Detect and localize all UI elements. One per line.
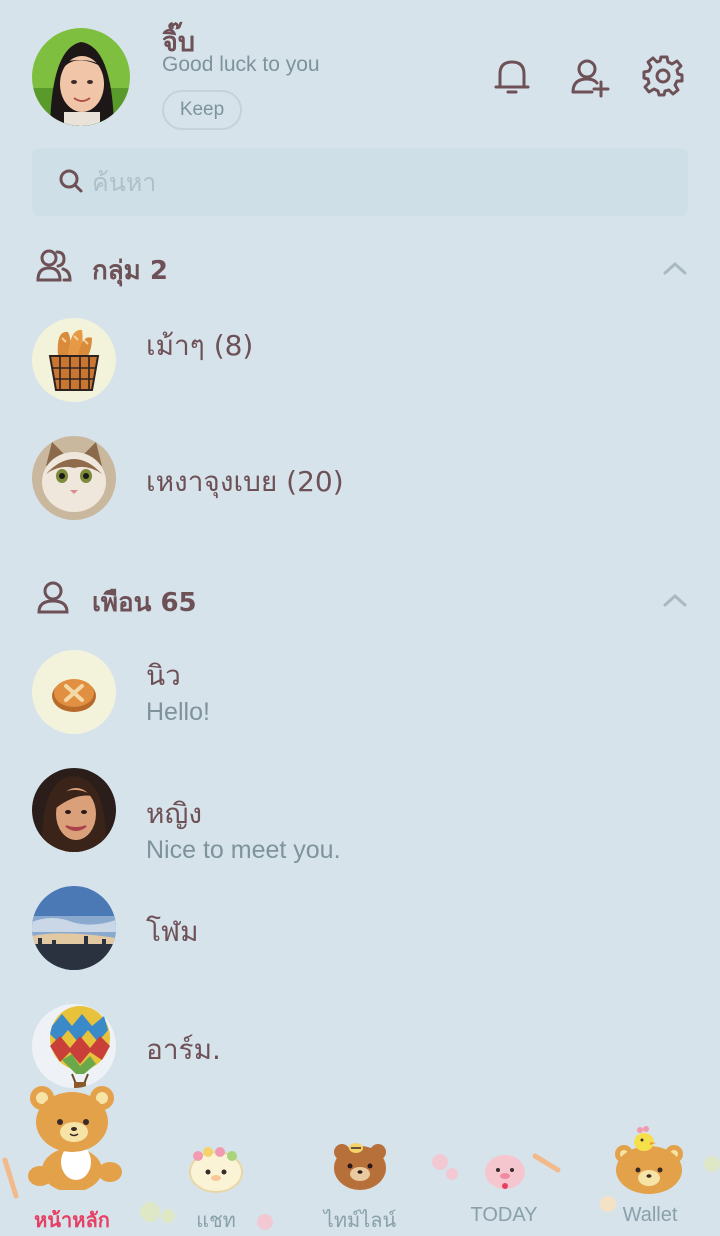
chevron-up-icon[interactable] xyxy=(662,260,688,276)
friend-status: Hello! xyxy=(146,698,210,726)
friend-name[interactable]: นิว xyxy=(146,654,181,698)
chat-tab-bunny-icon[interactable] xyxy=(186,1140,246,1196)
friend-status: Nice to meet you. xyxy=(146,836,341,864)
group-name[interactable]: เม้าๆ (8) xyxy=(146,324,253,368)
chevron-up-icon[interactable] xyxy=(662,592,688,608)
friend-icon xyxy=(36,580,72,616)
group-icon xyxy=(36,248,72,284)
bell-icon[interactable] xyxy=(490,54,534,98)
wallet-tab-bear-icon[interactable] xyxy=(612,1124,686,1196)
nav-tab-chat[interactable]: แชท xyxy=(176,1204,256,1236)
profile-status-message[interactable]: Good luck to you xyxy=(162,53,320,77)
bottom-navigation: หน้าหลัก แชท ไทม์ไลน์ TODAY Wallet xyxy=(0,1086,720,1232)
groups-section-title[interactable]: กลุ่ม 2 xyxy=(92,250,168,291)
friend-avatar-sky[interactable] xyxy=(32,886,116,970)
nav-tab-timeline[interactable]: ไทม์ไลน์ xyxy=(310,1204,410,1236)
friend-avatar-woman[interactable] xyxy=(32,768,116,852)
group-avatar-cat[interactable] xyxy=(32,436,116,520)
friends-section-title[interactable]: เพือน 65 xyxy=(92,582,197,623)
add-friend-icon[interactable] xyxy=(568,54,612,98)
friend-avatar-balloon[interactable] xyxy=(32,1004,116,1088)
timeline-tab-bear-icon[interactable] xyxy=(330,1140,390,1192)
today-tab-chick-icon[interactable] xyxy=(482,1150,528,1192)
search-icon xyxy=(58,168,84,194)
nav-tab-home[interactable]: หน้าหลัก xyxy=(20,1204,124,1236)
group-avatar-bread[interactable] xyxy=(32,318,116,402)
keep-button[interactable]: Keep xyxy=(162,90,242,130)
friend-name[interactable]: โฬม xyxy=(146,910,199,954)
friend-name[interactable]: อาร์ม. xyxy=(146,1028,221,1072)
settings-gear-icon[interactable] xyxy=(642,54,686,98)
nav-tab-wallet[interactable]: Wallet xyxy=(604,1204,696,1227)
search-input[interactable] xyxy=(92,160,652,204)
friend-avatar-pancake[interactable] xyxy=(32,650,116,734)
home-tab-bear-icon[interactable] xyxy=(24,1078,124,1192)
group-name[interactable]: เหงาจุงเบย (20) xyxy=(146,460,344,504)
friend-name[interactable]: หญิง xyxy=(146,792,202,836)
profile-avatar[interactable] xyxy=(32,28,130,126)
nav-tab-today[interactable]: TODAY xyxy=(458,1204,550,1227)
